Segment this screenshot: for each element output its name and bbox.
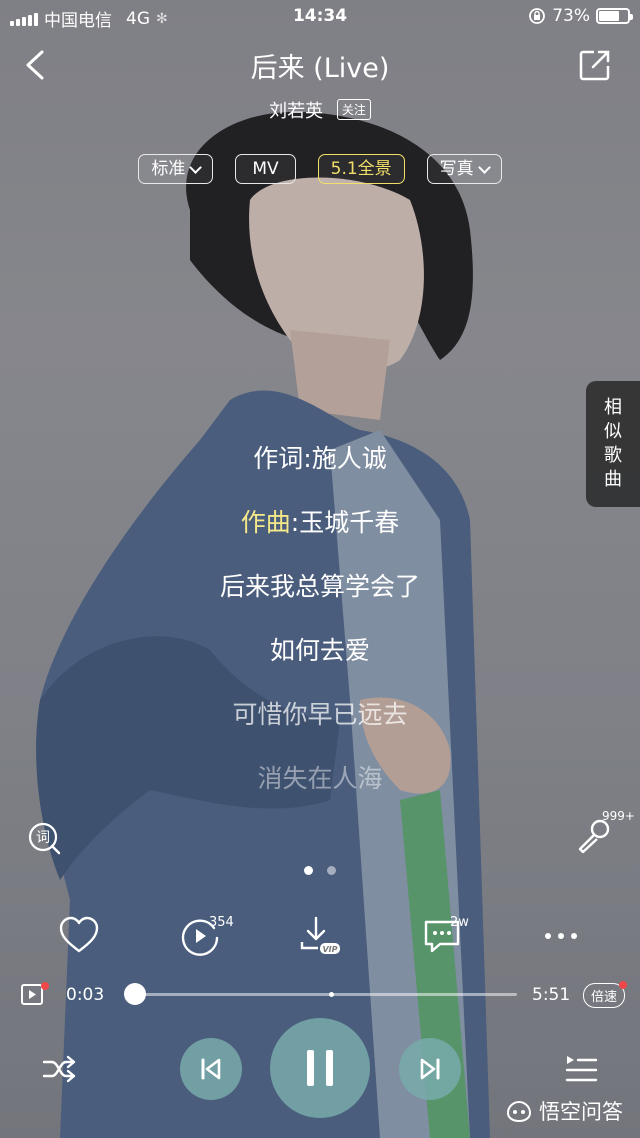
- lyric-highlight: 作曲: [240, 508, 291, 537]
- mv-button[interactable]: MV: [235, 154, 296, 184]
- page-indicator: [0, 866, 640, 875]
- total-time: 5:51: [532, 985, 571, 1005]
- next-button[interactable]: [399, 1038, 461, 1100]
- surround-label: 5.1全景: [330, 159, 392, 179]
- chevron-down-icon: [477, 160, 491, 174]
- playlist-icon[interactable]: [562, 1050, 600, 1088]
- lyrics-panel[interactable]: 作词:施人诚 作曲:玉城千春 后来我总算学会了 如何去爱 可惜你早已远去 消失在…: [0, 440, 640, 824]
- notification-dot: [41, 982, 49, 990]
- heart-icon[interactable]: [57, 914, 101, 958]
- watermark-text: 悟空问答: [539, 1100, 623, 1124]
- progress-bar[interactable]: [131, 993, 517, 996]
- lyric-line-current: 作曲:玉城千春: [0, 504, 640, 568]
- next-icon: [420, 1058, 440, 1080]
- follow-button[interactable]: 关注: [336, 99, 371, 120]
- download-icon[interactable]: VIP: [298, 914, 342, 958]
- artist-name[interactable]: 刘若英: [269, 101, 323, 122]
- battery-percent: 73%: [552, 6, 590, 26]
- quality-options: 标准 MV 5.1全景 写真: [0, 154, 640, 184]
- page-dot: [327, 866, 336, 875]
- quality-standard-button[interactable]: 标准: [138, 154, 214, 184]
- previous-button[interactable]: [180, 1038, 242, 1100]
- more-icon[interactable]: [540, 914, 584, 958]
- song-title: 后来 (Live): [250, 53, 390, 84]
- comment-count: 2w: [450, 915, 469, 930]
- battery-icon: [596, 8, 633, 24]
- play-pause-button[interactable]: [270, 1018, 370, 1118]
- karaoke-count: 999+: [602, 809, 635, 823]
- share-icon[interactable]: [578, 48, 612, 82]
- progress-knob[interactable]: [123, 983, 146, 1005]
- surround-5-1-button[interactable]: 5.1全景: [317, 154, 405, 184]
- pause-icon: [307, 1050, 333, 1086]
- artist-row: 刘若英 关注: [0, 97, 640, 123]
- page-dot-active: [304, 866, 313, 875]
- rotation-lock-icon: [529, 8, 546, 24]
- chevron-down-icon: [189, 160, 203, 174]
- svg-text:词: 词: [36, 830, 50, 846]
- similar-char: 相: [604, 397, 622, 418]
- photo-button[interactable]: 写真: [426, 154, 502, 184]
- mv-label: MV: [252, 159, 279, 179]
- wukong-logo-icon: [506, 1100, 532, 1123]
- highlight-marker: [329, 992, 334, 997]
- vip-badge: VIP: [322, 945, 337, 954]
- lyric-line: 消失在人海: [257, 764, 383, 793]
- current-time: 0:03: [66, 985, 105, 1005]
- shuffle-icon[interactable]: [40, 1050, 78, 1088]
- replay-count: 354: [209, 915, 234, 930]
- lyric-rest: :玉城千春: [290, 508, 400, 537]
- quality-standard-label: 标准: [151, 159, 186, 179]
- status-bar: 中国电信 4G ✻ 14:34 73%: [0, 0, 640, 34]
- lyric-search-icon[interactable]: 词: [26, 820, 62, 856]
- lyric-line: 如何去爱: [269, 636, 370, 665]
- lyric-line: 可惜你早已远去: [232, 700, 408, 729]
- previous-icon: [201, 1058, 221, 1080]
- lyric-line: 作词:施人诚: [253, 444, 387, 473]
- lyric-line: 后来我总算学会了: [219, 572, 420, 601]
- photo-label: 写真: [439, 159, 474, 179]
- watermark: 悟空问答: [505, 1096, 623, 1126]
- notification-dot: [619, 981, 627, 989]
